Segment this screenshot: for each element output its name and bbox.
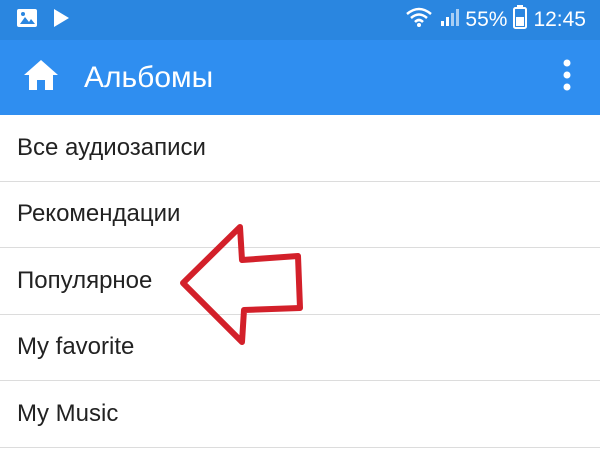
status-bar: 55% 12:45: [0, 0, 600, 40]
list-item-label: Рекомендации: [17, 200, 181, 228]
wifi-icon: [405, 6, 433, 34]
list-item-label: Все аудиозаписи: [17, 133, 206, 161]
image-icon: [16, 8, 38, 33]
battery-percent: 55%: [465, 8, 508, 31]
battery-icon: [513, 5, 528, 35]
list-item-all-audio[interactable]: Все аудиозаписи: [0, 115, 600, 182]
home-icon: [22, 58, 60, 97]
status-right: 55% 12:45: [405, 5, 586, 35]
signal-icon: [439, 7, 460, 33]
list-item-label: My favorite: [17, 333, 135, 361]
annotation-arrow-icon: [180, 224, 303, 345]
list-item-my-music[interactable]: My Music: [0, 381, 600, 448]
more-options-button[interactable]: [552, 58, 582, 98]
more-vert-icon: [562, 58, 572, 97]
list-item-label: My Music: [17, 399, 119, 427]
clock: 12:45: [533, 8, 586, 31]
page-title: Альбомы: [84, 60, 214, 94]
play-icon: [52, 8, 70, 33]
status-left: [16, 8, 70, 33]
home-button[interactable]: [22, 58, 60, 98]
list-item-label: Популярное: [17, 266, 153, 294]
app-bar: Альбомы: [0, 40, 600, 115]
